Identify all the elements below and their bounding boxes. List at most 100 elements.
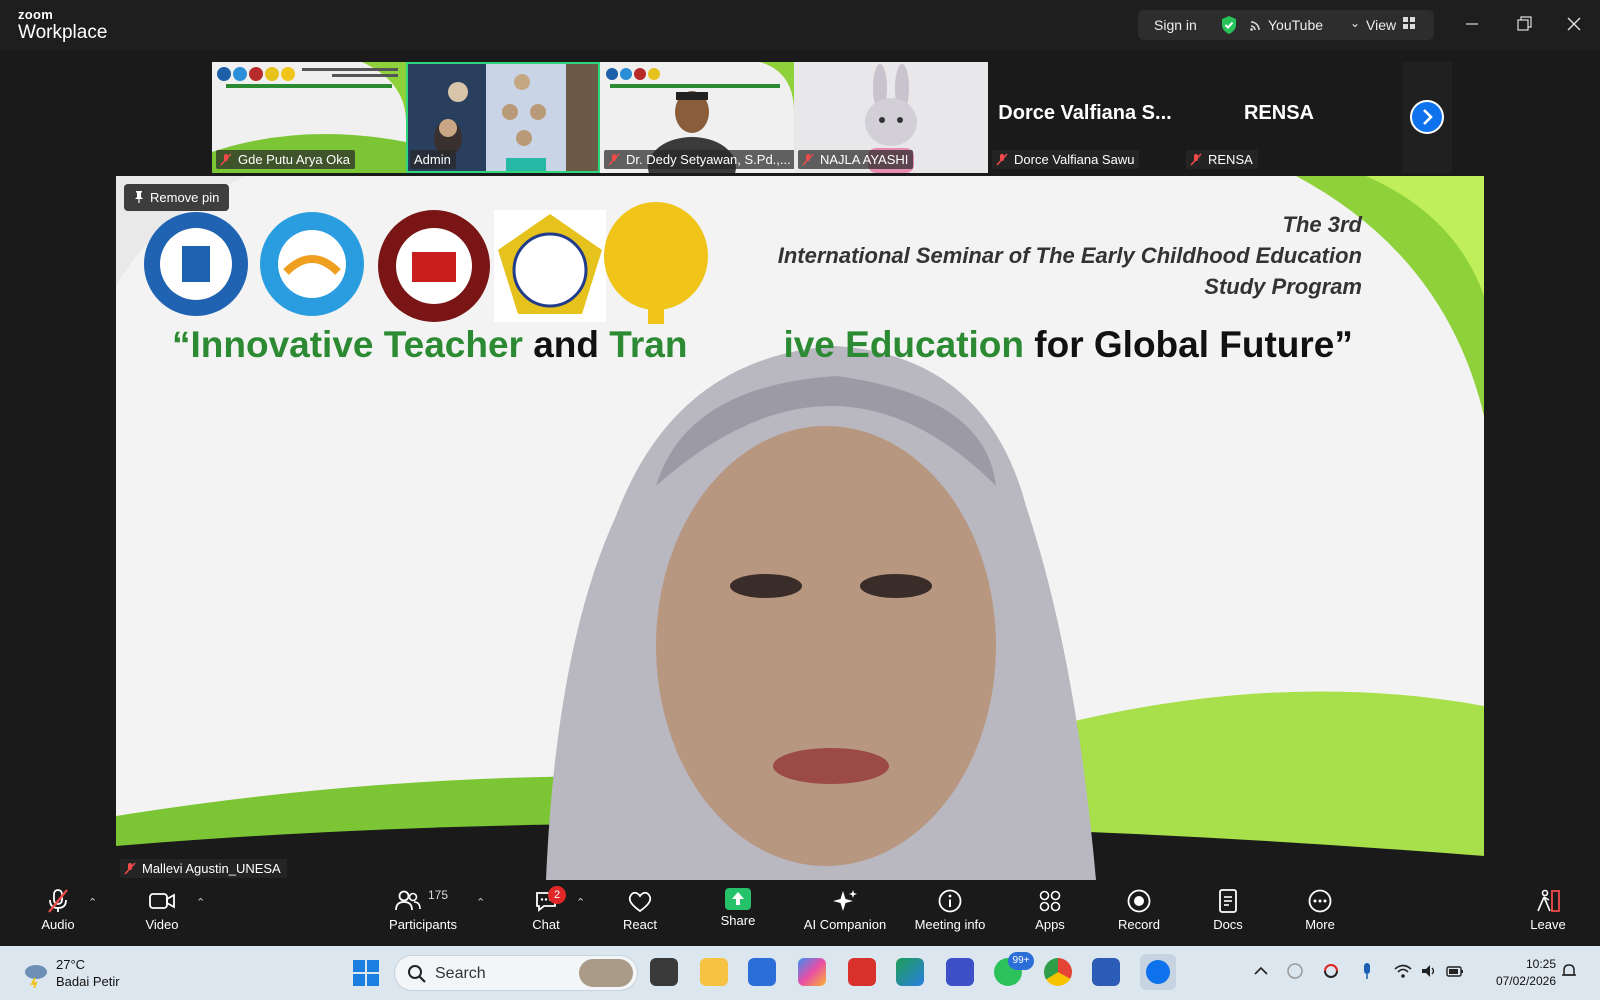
unread-chat-badge: 2: [548, 886, 566, 904]
audio-options-caret[interactable]: ⌃: [88, 896, 97, 909]
participant-name: Admin: [410, 150, 456, 169]
search-highlight-image: [579, 959, 633, 987]
participant-tile[interactable]: RENSA RENSA: [1182, 62, 1376, 173]
live-stream-icon: [1250, 17, 1264, 31]
participant-tile[interactable]: NAJLA AYASHI: [794, 62, 988, 173]
volume-icon[interactable]: [1420, 962, 1438, 980]
notification-bell-icon[interactable]: [1560, 962, 1578, 980]
share-button[interactable]: Share: [716, 888, 760, 928]
show-hidden-icons-chevron-icon[interactable]: [1252, 962, 1270, 980]
remove-pin-button[interactable]: Remove pin: [124, 184, 230, 211]
pinned-video[interactable]: Remove pin The 3rd International Seminar…: [116, 176, 1484, 880]
participant-tile-active-speaker[interactable]: Admin: [406, 62, 600, 173]
info-icon: [938, 889, 962, 913]
taskbar-search[interactable]: Search: [394, 955, 638, 991]
more-icon: [1308, 889, 1332, 913]
view-button[interactable]: View: [1366, 17, 1396, 33]
windows-start-icon[interactable]: [352, 959, 380, 987]
video-options-caret[interactable]: ⌃: [196, 896, 205, 909]
sync-tray-icon[interactable]: [1322, 962, 1340, 980]
muted-mic-icon: [996, 153, 1008, 166]
seminar-theme: “Innovative Teacher and Tran ive Educatio…: [172, 324, 1353, 365]
microphone-tray-icon[interactable]: [1358, 962, 1376, 980]
sign-in-button[interactable]: Sign in: [1154, 17, 1197, 33]
system-clock[interactable]: 10:25 07/02/2026: [1496, 956, 1556, 990]
next-page-button[interactable]: [1402, 62, 1452, 173]
pin-icon: [135, 191, 143, 203]
microsoft-store-icon[interactable]: [748, 958, 776, 986]
close-icon[interactable]: [1562, 12, 1586, 36]
grid-view-icon[interactable]: [1402, 16, 1416, 30]
participant-display-name: Dorce Valfiana S...: [998, 102, 1172, 124]
camera-icon: [149, 893, 175, 909]
participant-name: NAJLA AYASHI: [798, 150, 914, 169]
wifi-icon[interactable]: [1394, 962, 1412, 980]
sparkle-icon: [833, 890, 857, 911]
participant-name: RENSA: [1186, 150, 1258, 169]
document-icon: [1219, 889, 1237, 913]
meeting-info-button[interactable]: Meeting info: [910, 888, 990, 932]
more-button[interactable]: More: [1300, 888, 1340, 932]
record-button[interactable]: Record: [1114, 888, 1164, 932]
participant-name: Dorce Valfiana Sawu: [992, 150, 1140, 169]
ai-companion-button[interactable]: AI Companion: [800, 888, 890, 932]
participants-icon: [395, 890, 421, 911]
top-controls: Sign in YouTube ⌄ View: [1138, 10, 1434, 40]
react-button[interactable]: React: [618, 888, 662, 932]
restore-icon[interactable]: [1512, 12, 1536, 36]
muted-microphone-icon: [48, 889, 68, 913]
battery-icon[interactable]: [1446, 962, 1464, 980]
visual-studio-icon[interactable]: [946, 958, 974, 986]
copilot-icon[interactable]: [798, 958, 826, 986]
participants-options-caret[interactable]: ⌃: [476, 896, 485, 909]
record-icon: [1127, 889, 1151, 913]
whatsapp-icon[interactable]: 99+: [994, 952, 1034, 986]
meeting-toolbar: Audio ⌃ Video ⌃ 175 Participants ⌃ Chat …: [0, 880, 1600, 946]
audio-button[interactable]: Audio: [36, 888, 80, 932]
participant-display-name: RENSA: [1243, 102, 1314, 124]
security-tray-icon[interactable]: [1286, 962, 1304, 980]
docs-button[interactable]: Docs: [1208, 888, 1248, 932]
chat-options-caret[interactable]: ⌃: [576, 896, 585, 909]
edge-browser-icon[interactable]: [896, 958, 924, 986]
zoom-workplace-logo: zoom Workplace: [18, 8, 107, 42]
brand-small: zoom: [18, 7, 54, 22]
brand-large: Workplace: [18, 22, 108, 43]
stream-target-dropdown[interactable]: YouTube: [1268, 17, 1323, 33]
apps-icon: [1039, 890, 1061, 912]
task-view-icon[interactable]: [650, 958, 678, 986]
participants-button[interactable]: 175 Participants: [384, 888, 462, 932]
speaker-name-label: Mallevi Agustin_UNESA: [120, 859, 287, 878]
video-button[interactable]: Video: [140, 888, 184, 932]
zoom-taskbar-icon[interactable]: [1140, 954, 1176, 990]
weather-widget[interactable]: 27°C Badai Petir: [22, 956, 120, 990]
chrome-icon[interactable]: [1044, 958, 1072, 986]
muted-mic-icon: [1190, 153, 1202, 166]
mcafee-icon[interactable]: [848, 958, 876, 986]
minimize-icon[interactable]: [1460, 12, 1484, 36]
storm-cloud-icon: [25, 965, 47, 988]
muted-mic-icon: [802, 153, 814, 166]
participant-name: Gde Putu Arya Oka: [216, 150, 356, 169]
chevron-right-icon[interactable]: [1410, 100, 1444, 134]
participant-tile[interactable]: Dr. Dedy Setyawan, S.Pd.,...: [600, 62, 794, 173]
encryption-shield-icon[interactable]: [1220, 15, 1238, 35]
chat-button[interactable]: Chat 2: [526, 886, 566, 932]
chevron-down-icon[interactable]: ⌄: [1350, 16, 1360, 30]
apps-button[interactable]: Apps: [1030, 888, 1070, 932]
participant-tile[interactable]: Gde Putu Arya Oka: [212, 62, 406, 173]
share-screen-icon: [725, 888, 751, 910]
leave-button[interactable]: Leave: [1526, 888, 1570, 932]
seminar-title: The 3rd International Seminar of The Ear…: [777, 212, 1362, 299]
title-bar: zoom Workplace Sign in YouTube ⌄ View: [0, 0, 1600, 50]
participant-tile[interactable]: Dorce Valfiana S... Dorce Valfiana Sawu: [988, 62, 1182, 173]
muted-mic-icon: [124, 862, 136, 875]
heart-icon: [628, 891, 652, 913]
file-explorer-icon[interactable]: [700, 958, 728, 986]
search-icon: [408, 965, 426, 983]
muted-mic-icon: [220, 153, 232, 166]
muted-mic-icon: [608, 153, 620, 166]
word-icon[interactable]: [1092, 958, 1120, 986]
participants-count: 175: [428, 888, 449, 902]
leave-icon: [1537, 889, 1560, 912]
